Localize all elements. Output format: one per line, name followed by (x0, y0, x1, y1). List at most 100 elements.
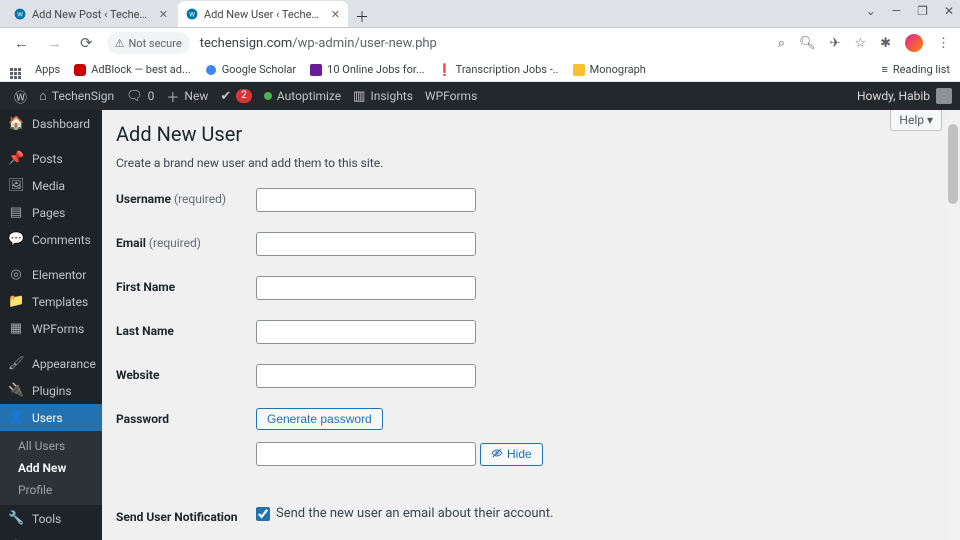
sidebar-item-users[interactable]: 👤Users (0, 404, 102, 431)
insights-label: Insights (370, 89, 412, 103)
website-input[interactable] (256, 364, 476, 388)
extensions-icon[interactable]: ✱ (880, 36, 891, 51)
validate-item[interactable]: ✔2 (214, 89, 258, 104)
media-icon: 🖼 (8, 178, 24, 193)
sidebar-item-label: Plugins (32, 384, 72, 398)
close-window-icon[interactable]: ✕ (944, 4, 954, 18)
bookmark-label: 10 Online Jobs for... (327, 63, 425, 76)
user-icon: 👤 (8, 410, 24, 425)
eye-slash-icon (491, 447, 503, 462)
username-input[interactable] (256, 188, 476, 212)
scrollbar-track[interactable] (946, 110, 960, 540)
bookmark-item[interactable]: AdBlock — best ad... (74, 63, 190, 76)
minimize-icon[interactable]: — (892, 4, 901, 18)
submenu-add-new[interactable]: Add New (0, 457, 102, 479)
sidebar-item-label: Dashboard (32, 117, 90, 131)
wordpress-logo-icon: Ⓦ (14, 87, 27, 106)
bookmark-item[interactable]: Google Scholar (205, 63, 296, 76)
email-input[interactable] (256, 232, 476, 256)
kebab-menu-icon[interactable]: ⋮ (937, 36, 950, 51)
help-tab[interactable]: Help ▾ (890, 110, 942, 131)
scrollbar-thumb[interactable] (948, 124, 958, 204)
apps-button[interactable] (10, 61, 21, 79)
autoptimize-item[interactable]: Autoptimize (258, 89, 347, 103)
browser-tab-1[interactable]: W Add New User ‹ TechenSign — W ✕ (178, 1, 348, 27)
bookmark-label: AdBlock — best ad... (91, 63, 190, 76)
sidebar-item-posts[interactable]: 📌Posts (0, 145, 102, 172)
sidebar-item-elementor[interactable]: ◎Elementor (0, 261, 102, 288)
first-name-input[interactable] (256, 276, 476, 300)
sidebar-item-templates[interactable]: 📁Templates (0, 288, 102, 315)
comments-item[interactable]: 🗨0 (120, 89, 160, 104)
submenu-profile[interactable]: Profile (0, 479, 102, 501)
new-item[interactable]: ＋ New (160, 87, 214, 106)
sidebar-item-media[interactable]: 🖼 Media (0, 172, 102, 199)
label-username: Username (required) (116, 188, 256, 206)
wp-logo[interactable]: Ⓦ (8, 87, 33, 106)
generate-password-button[interactable]: Generate password (256, 408, 383, 430)
sidebar-item-comments[interactable]: 💬Comments (0, 226, 102, 253)
comments-count: 0 (148, 89, 155, 103)
wpforms-icon: ▦ (8, 321, 24, 336)
admin-sidebar: 🏠 Dashboard 📌Posts 🖼 Media ▤Pages 💬Comment… (0, 110, 102, 540)
address-bar[interactable]: techensign.com/wp-admin/user-new.php (200, 36, 437, 51)
caret-down-icon[interactable]: ⌄ (866, 4, 876, 18)
send-icon[interactable]: ✈ (830, 36, 841, 51)
sidebar-item-pages[interactable]: ▤Pages (0, 199, 102, 226)
bookmark-item[interactable]: Monograph (573, 63, 646, 76)
star-icon[interactable]: ☆ (854, 36, 866, 51)
plus-icon: ＋ (166, 87, 179, 106)
status-dot-icon (264, 92, 272, 100)
close-tab-icon[interactable]: ✕ (331, 8, 340, 21)
reading-list-button[interactable]: ≡ Reading list (881, 63, 950, 76)
sidebar-item-label: Appearance (32, 357, 96, 371)
browser-tab-0[interactable]: W Add New Post ‹ TechenSign — W ✕ (6, 1, 176, 27)
key-icon[interactable]: ⌕ (778, 36, 785, 51)
label-send-notification: Send User Notification (116, 506, 256, 524)
hide-password-button[interactable]: Hide (480, 443, 543, 466)
back-button[interactable]: ← (10, 34, 33, 52)
security-chip[interactable]: ⚠ Not secure (107, 32, 190, 54)
zoom-icon[interactable]: 🔍︎ (799, 36, 816, 51)
site-name-item[interactable]: ⌂TechenSign (33, 88, 120, 104)
new-tab-button[interactable]: ＋ (350, 7, 374, 27)
reload-button[interactable]: ⟳ (76, 34, 97, 52)
insights-adminbar-item[interactable]: ▥Insights (347, 89, 419, 104)
profile-avatar-icon[interactable] (905, 34, 923, 52)
user-avatar-icon[interactable] (936, 88, 952, 104)
validate-icon: ✔ (220, 89, 231, 104)
label-first-name: First Name (116, 276, 256, 294)
wp-admin-bar: Ⓦ ⌂TechenSign 🗨0 ＋ New ✔2 Autoptimize ▥In… (0, 82, 960, 110)
hide-label: Hide (507, 447, 532, 461)
close-tab-icon[interactable]: ✕ (159, 8, 168, 21)
sidebar-item-wpforms[interactable]: ▦WPForms (0, 315, 102, 342)
sidebar-item-settings[interactable]: ⚙Settings (0, 532, 102, 540)
sidebar-item-label: Comments (32, 233, 91, 247)
apps-label[interactable]: Apps (35, 63, 60, 76)
new-label: New (184, 89, 208, 103)
sidebar-item-label: Tools (32, 512, 61, 526)
page-description: Create a brand new user and add them to … (116, 156, 940, 170)
wpforms-adminbar-item[interactable]: WPForms (419, 89, 483, 103)
submenu-all-users[interactable]: All Users (0, 435, 102, 457)
howdy-text[interactable]: Howdy, Habib (857, 89, 930, 103)
plug-icon: 🔌 (8, 383, 24, 398)
send-notification-checkbox[interactable] (256, 507, 270, 521)
password-input[interactable] (256, 442, 476, 466)
sidebar-item-label: Media (32, 179, 65, 193)
label-last-name: Last Name (116, 320, 256, 338)
sidebar-item-plugins[interactable]: 🔌 Plugins (0, 377, 102, 404)
sidebar-item-appearance[interactable]: 🖌Appearance (0, 350, 102, 377)
wpforms-label: WPForms (425, 89, 477, 103)
forward-button[interactable]: → (43, 34, 66, 52)
sidebar-item-label: Pages (32, 206, 65, 220)
last-name-input[interactable] (256, 320, 476, 344)
dashboard-icon: 🏠 (8, 116, 24, 131)
sidebar-item-dashboard[interactable]: 🏠 Dashboard (0, 110, 102, 137)
maximize-icon[interactable]: ❐ (917, 4, 928, 18)
bookmark-item[interactable]: 10 Online Jobs for... (310, 63, 425, 76)
wordpress-favicon-icon: W (186, 7, 198, 21)
browser-tab-label: Add New User ‹ TechenSign — W (204, 8, 325, 21)
sidebar-item-tools[interactable]: 🔧Tools (0, 505, 102, 532)
bookmark-item[interactable]: ❗Transcription Jobs -... (439, 63, 559, 76)
